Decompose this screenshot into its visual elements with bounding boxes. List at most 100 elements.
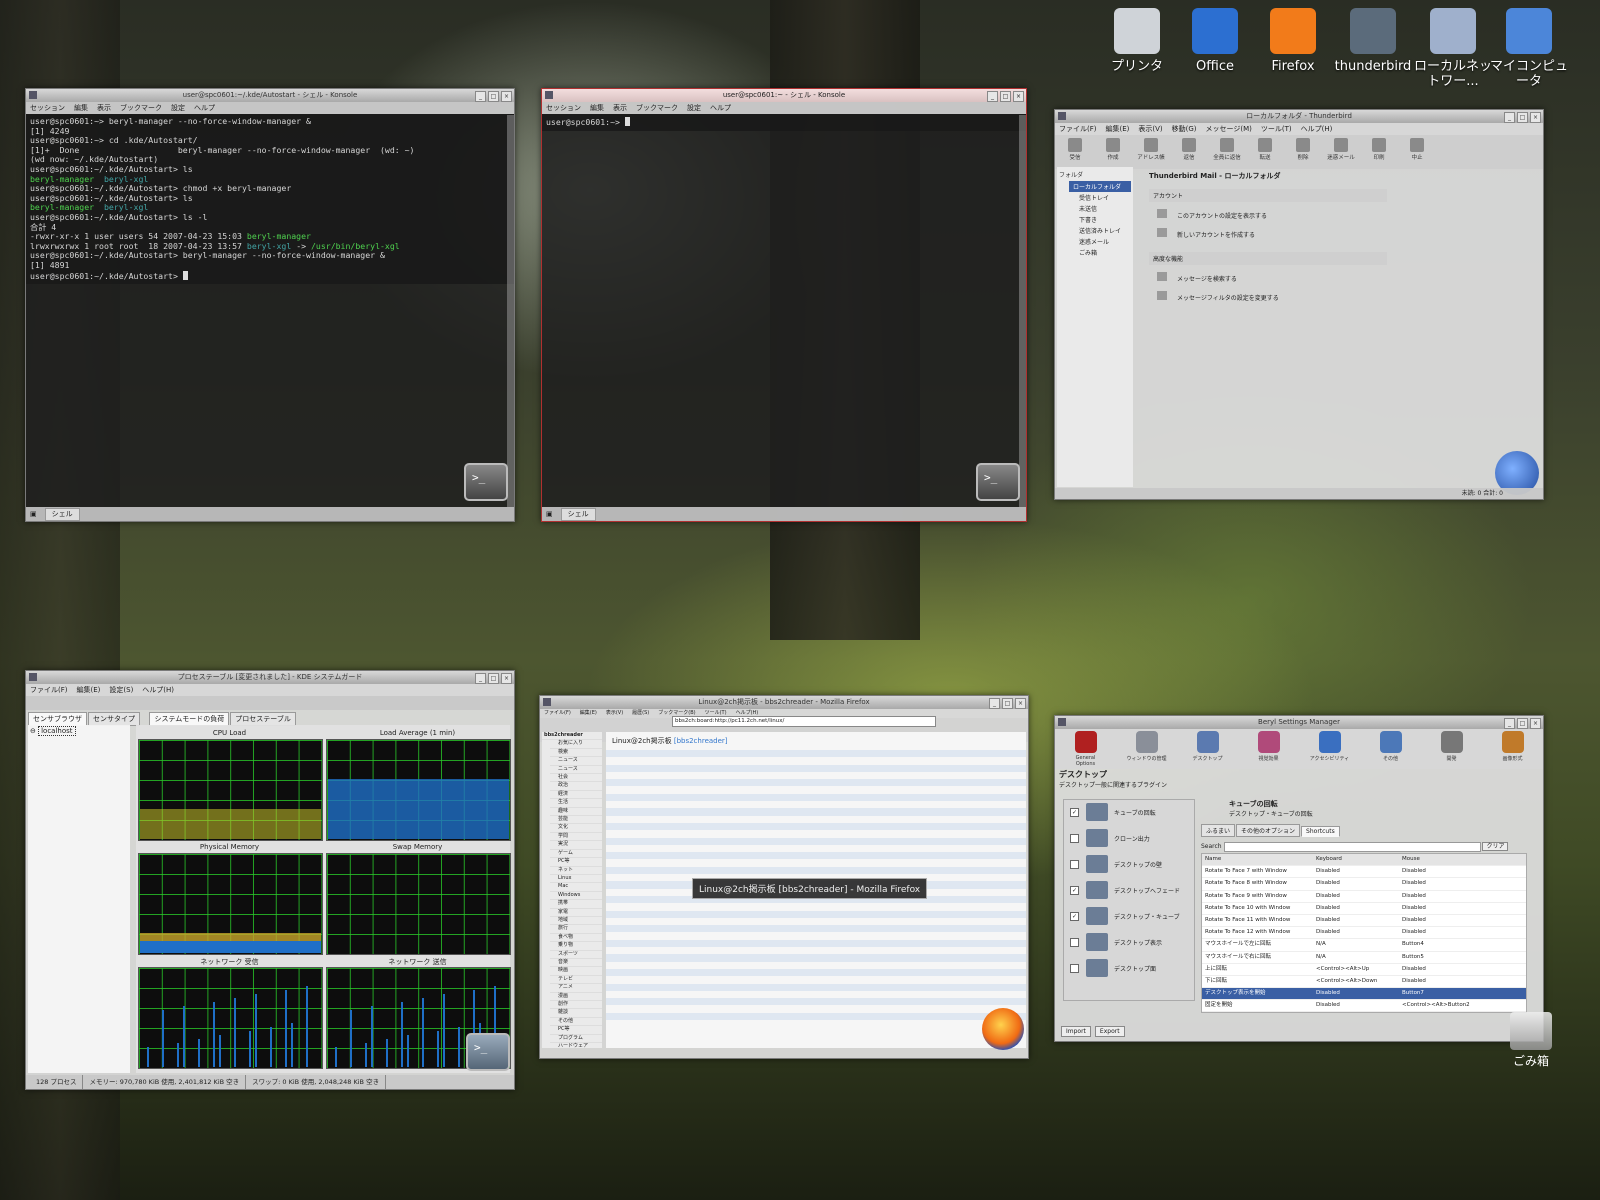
category-button[interactable]: 開発 bbox=[1432, 731, 1472, 769]
table-row[interactable]: マウスホイールで左に回転 N/A Button4 bbox=[1202, 939, 1526, 952]
konsole-window-autostart[interactable]: user@spc0601:~/.kde/Autostart - シェル - Ko… bbox=[25, 88, 515, 522]
menu-item[interactable]: 編集 bbox=[74, 104, 88, 112]
sidebar-category[interactable]: お気に入り bbox=[550, 740, 602, 749]
plugin-item[interactable]: ✓ デスクトップ・キューブ bbox=[1064, 904, 1194, 930]
window-titlebar[interactable]: ローカルフォルダ - Thunderbird _ □ × bbox=[1055, 110, 1543, 123]
sensor-graph[interactable] bbox=[138, 739, 323, 841]
toolbar-button[interactable]: 転送 bbox=[1251, 137, 1279, 167]
desktop-icon-computer[interactable]: マイコンピュータ bbox=[1489, 8, 1569, 90]
thread-row[interactable] bbox=[606, 968, 1026, 977]
table-row[interactable]: マウスホイールで右に回転 N/A Button5 bbox=[1202, 952, 1526, 964]
thread-row[interactable] bbox=[606, 947, 1026, 954]
menu-item[interactable]: ブックマーク bbox=[120, 104, 162, 112]
thread-row[interactable] bbox=[606, 845, 1026, 852]
sidebar-category[interactable]: 生活 bbox=[550, 799, 602, 808]
sidebar-category[interactable]: ニュース bbox=[550, 766, 602, 775]
table-row[interactable]: Rotate To Face 8 with Window Disabled Disa… bbox=[1202, 878, 1526, 891]
thread-row[interactable] bbox=[606, 750, 1026, 758]
menu-item[interactable]: ヘルプ bbox=[710, 104, 731, 112]
folder-item[interactable]: 迷惑メール bbox=[1069, 236, 1131, 247]
minimize-button[interactable]: _ bbox=[989, 698, 1000, 709]
thread-row[interactable] bbox=[606, 808, 1026, 816]
menu-item[interactable]: 表示(V) bbox=[1138, 125, 1162, 133]
thread-row[interactable] bbox=[606, 764, 1026, 772]
maximize-button[interactable]: □ bbox=[488, 673, 499, 684]
minimize-button[interactable]: _ bbox=[475, 91, 486, 102]
thread-row[interactable] bbox=[606, 859, 1026, 866]
tab-process-table[interactable]: プロセステーブル bbox=[230, 712, 296, 726]
maximize-button[interactable]: □ bbox=[1517, 112, 1528, 123]
menu-item[interactable]: 履歴(S) bbox=[632, 710, 649, 716]
window-titlebar[interactable]: Beryl Settings Manager _ □ × bbox=[1055, 716, 1543, 729]
menu-item[interactable]: ツール(T) bbox=[1261, 125, 1292, 133]
sidebar-category[interactable]: 携帯 bbox=[550, 900, 602, 909]
toolbar-button[interactable]: 受信 bbox=[1061, 137, 1089, 167]
sidebar-category[interactable]: ニュース bbox=[550, 757, 602, 766]
window-titlebar[interactable]: user@spc0601:~ - シェル - Konsole _ □ × bbox=[542, 89, 1026, 102]
folder-item[interactable]: 送信済みトレイ bbox=[1069, 225, 1131, 236]
sidebar-category[interactable]: 実況 bbox=[550, 841, 602, 850]
url-bar[interactable]: bbs2ch:board:http://pc11.2ch.net/linux/ bbox=[672, 716, 936, 727]
thread-row[interactable] bbox=[606, 991, 1026, 998]
sidebar-category[interactable]: プログラム bbox=[550, 1035, 602, 1044]
sidebar-category[interactable]: ハードウェア bbox=[550, 1043, 602, 1048]
thunderbird-window[interactable]: ローカルフォルダ - Thunderbird _ □ × ファイル(F) 編集(E) 表… bbox=[1054, 109, 1544, 500]
plugin-item[interactable]: ✓ キューブの回転 bbox=[1064, 800, 1194, 826]
tab-system-load[interactable]: システムモードの負荷 bbox=[149, 712, 230, 726]
scrollbar[interactable] bbox=[507, 115, 514, 507]
folder-item[interactable]: 未送信 bbox=[1069, 203, 1131, 214]
minimize-button[interactable]: _ bbox=[1504, 718, 1515, 729]
thread-row[interactable] bbox=[606, 998, 1026, 1006]
thread-row[interactable] bbox=[606, 910, 1026, 918]
category-button[interactable]: General Options bbox=[1066, 731, 1106, 769]
table-row[interactable]: 固定を開始 Disabled <Control><Alt>Button2 bbox=[1202, 1000, 1526, 1013]
sidebar-category[interactable]: Linux bbox=[550, 875, 602, 884]
sensor-graph[interactable] bbox=[138, 853, 323, 955]
thread-row[interactable] bbox=[606, 793, 1026, 802]
plugin-checkbox[interactable] bbox=[1070, 938, 1079, 947]
thread-row[interactable] bbox=[606, 830, 1026, 837]
terminal-output[interactable]: user@spc0601:~> bbox=[542, 114, 1026, 131]
sensor-graph[interactable] bbox=[326, 853, 511, 955]
thread-row[interactable] bbox=[606, 801, 1026, 808]
folder-item[interactable]: 下書き bbox=[1069, 214, 1131, 225]
plugin-checkbox[interactable] bbox=[1070, 860, 1079, 869]
sidebar-category[interactable]: スポーツ bbox=[550, 951, 602, 959]
thread-row[interactable] bbox=[606, 1005, 1026, 1012]
plugin-item[interactable]: クローン出力 bbox=[1064, 826, 1194, 852]
category-button[interactable]: 視覚効果 bbox=[1249, 731, 1289, 769]
menu-item[interactable]: ファイル(F) bbox=[30, 686, 68, 694]
sidebar-category[interactable]: ネット bbox=[550, 867, 602, 875]
menu-item[interactable]: セッション bbox=[546, 104, 581, 112]
minimize-button[interactable]: _ bbox=[475, 673, 486, 684]
minimize-button[interactable]: _ bbox=[1504, 112, 1515, 123]
column-header[interactable]: Name bbox=[1202, 854, 1313, 865]
window-titlebar[interactable]: プロセステーブル [変更されました] - KDE システムガード _ □ × bbox=[26, 671, 514, 684]
toolbar-button[interactable]: 迷惑メール bbox=[1327, 137, 1355, 167]
menu-item[interactable]: 編集(E) bbox=[580, 710, 597, 716]
thread-row[interactable] bbox=[606, 903, 1026, 910]
thread-row[interactable] bbox=[606, 822, 1026, 831]
category-button[interactable]: ウィンドウの管理 bbox=[1127, 731, 1167, 769]
thread-row[interactable] bbox=[606, 1012, 1026, 1020]
minimize-button[interactable]: _ bbox=[987, 91, 998, 102]
sidebar-category[interactable]: アニメ bbox=[550, 984, 602, 993]
search-input[interactable] bbox=[1223, 841, 1481, 852]
menu-item[interactable]: ヘルプ(H) bbox=[142, 686, 174, 694]
sensor-graph[interactable] bbox=[326, 739, 511, 841]
toolbar-button[interactable]: 返信 bbox=[1175, 137, 1203, 167]
clear-button[interactable]: クリア bbox=[1482, 842, 1509, 851]
table-row[interactable]: Rotate To Face 7 with Window Disabled Disa… bbox=[1202, 866, 1526, 879]
category-button[interactable]: その他 bbox=[1371, 731, 1411, 769]
menu-item[interactable]: ファイル(F) bbox=[544, 710, 571, 716]
toolbar-button[interactable]: 削除 bbox=[1289, 137, 1317, 167]
thread-row[interactable] bbox=[606, 866, 1026, 875]
table-row[interactable]: Rotate To Face 10 with Window Disabled Dis… bbox=[1202, 903, 1526, 915]
plugin-checkbox[interactable]: ✓ bbox=[1070, 912, 1079, 921]
sidebar-category[interactable]: 漫画 bbox=[550, 993, 602, 1001]
column-header[interactable]: Mouse bbox=[1399, 854, 1502, 865]
thread-row[interactable] bbox=[606, 954, 1026, 962]
category-button[interactable]: 画像形式 bbox=[1493, 731, 1533, 769]
toolbar-button[interactable]: 作成 bbox=[1099, 137, 1127, 167]
menu-item[interactable]: ブックマーク bbox=[636, 104, 678, 112]
